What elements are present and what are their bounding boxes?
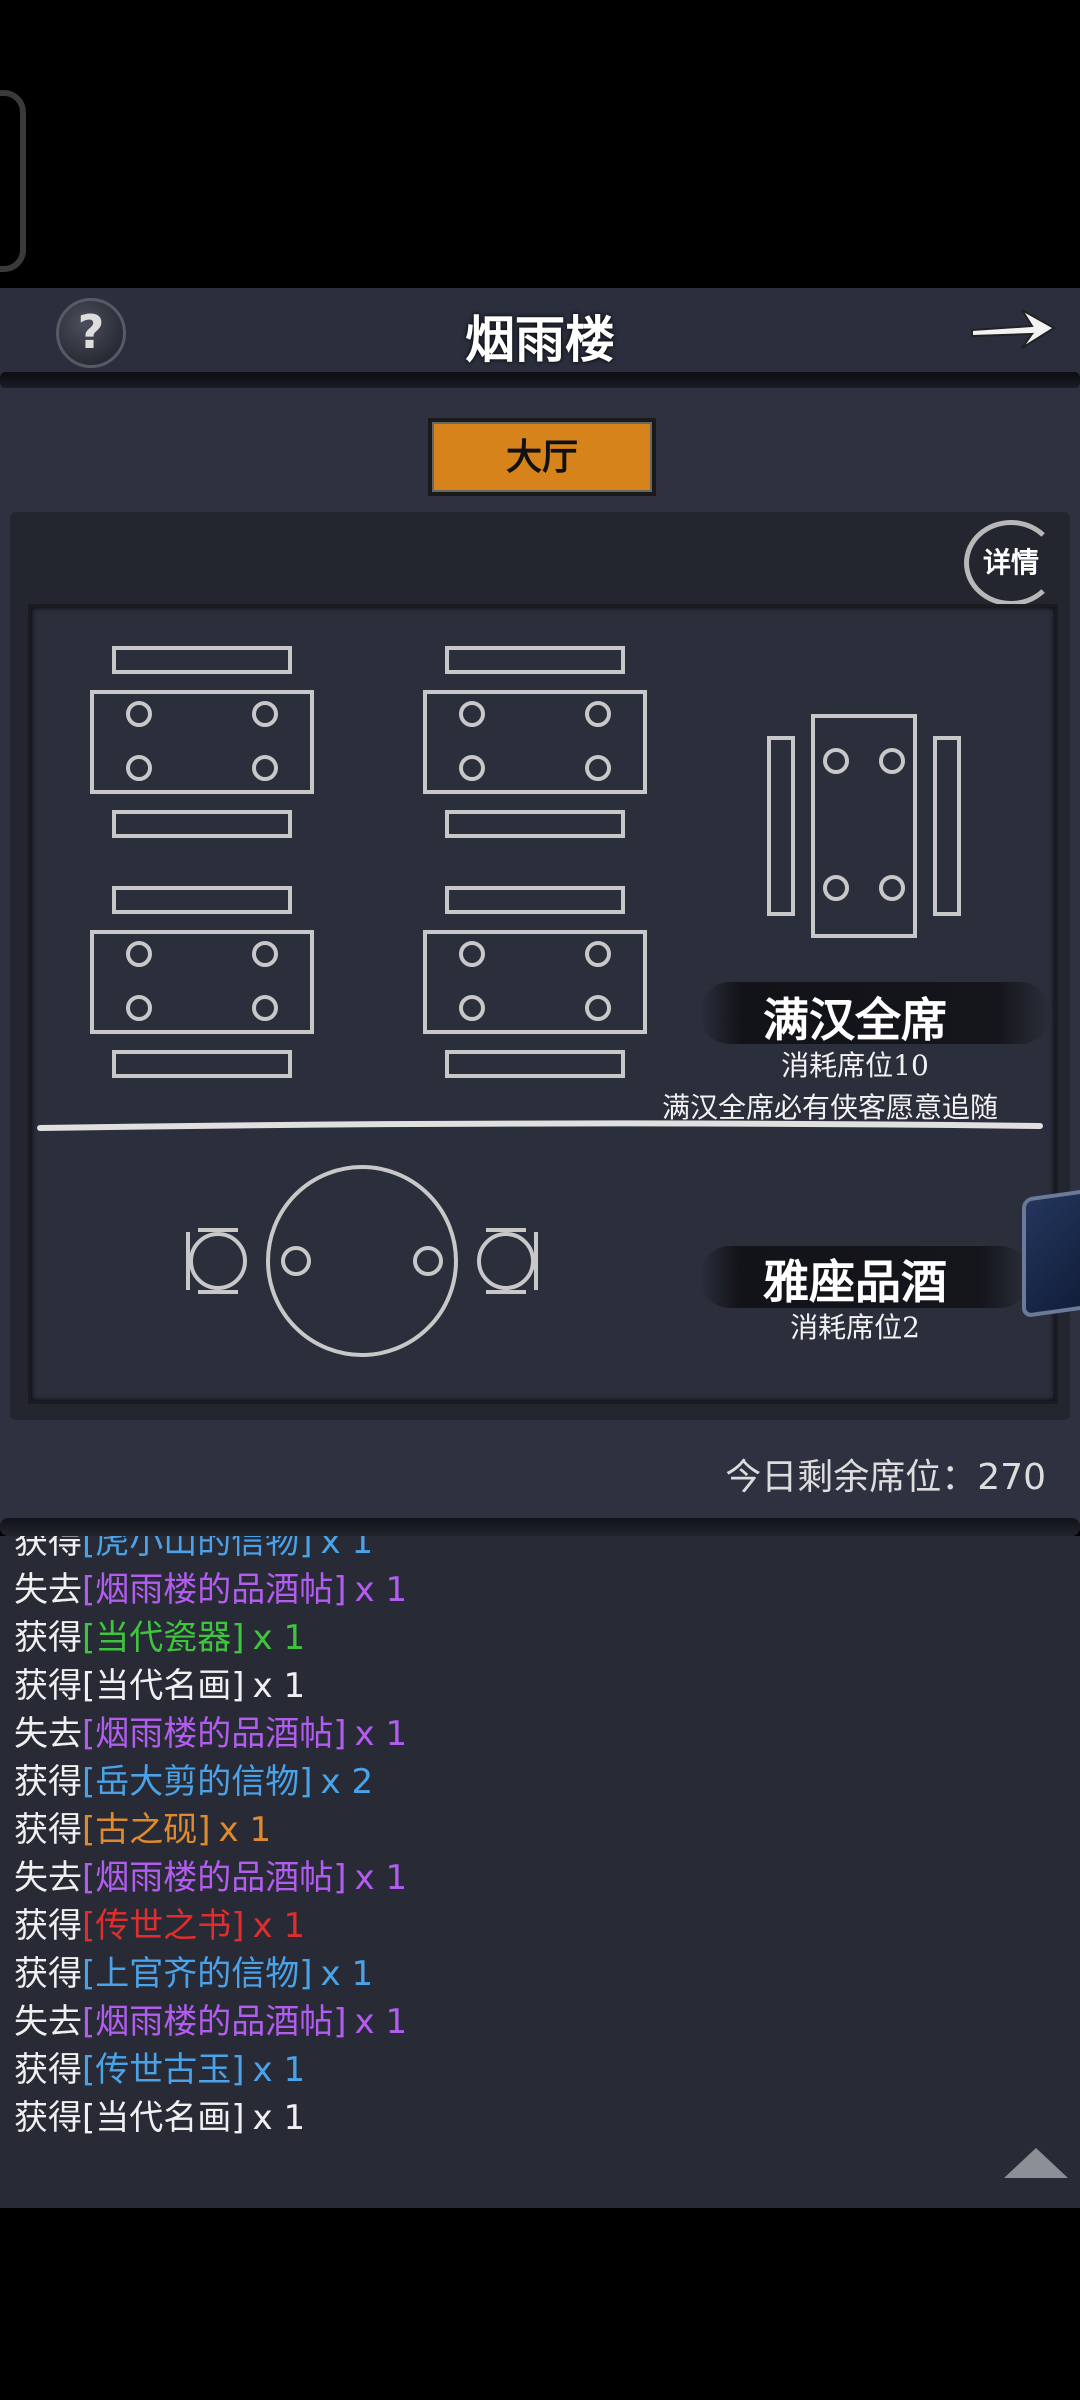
log-qty: x 1 xyxy=(252,1618,306,1658)
long-table-3[interactable] xyxy=(90,886,314,1078)
log-line: 获得[古之砚] x 1 xyxy=(14,1802,271,1851)
log-verb: 获得 xyxy=(14,1906,82,1946)
log-verb: 失去 xyxy=(14,1858,82,1898)
log-verb: 获得 xyxy=(14,1954,82,1994)
wine-seat-cost: 消耗席位2 xyxy=(790,1311,920,1344)
log-line: 获得[传世古玉] x 1 xyxy=(14,2042,305,2091)
log-item: [烟雨楼的品酒帖] xyxy=(82,1570,347,1610)
log-item: [当代名画] xyxy=(82,2098,245,2138)
log-item: [古之砚] xyxy=(82,1810,211,1850)
log-qty: x 1 xyxy=(252,2098,306,2138)
log-qty: x 1 xyxy=(354,1858,408,1898)
log-item: [传世之书] xyxy=(82,1906,245,1946)
log-qty: x 1 xyxy=(218,1810,272,1850)
banquet-full-desc: 满汉全席必有侠客愿意追随 xyxy=(661,1091,998,1124)
log-divider xyxy=(0,1518,1080,1536)
log-verb: 获得 xyxy=(14,1618,82,1658)
log-qty: x 1 xyxy=(252,1666,306,1706)
log-line: 失去[烟雨楼的品酒帖] x 1 xyxy=(14,1994,407,2043)
log-line: 获得[传世之书] x 1 xyxy=(14,1898,305,1947)
log-verb: 获得 xyxy=(14,2050,82,2090)
log-qty: x 1 xyxy=(252,2050,306,2090)
log-qty: x 1 xyxy=(354,2002,408,2042)
long-table-4[interactable] xyxy=(423,886,647,1078)
log-qty: x 1 xyxy=(320,1954,374,1994)
log-line: 获得[岳大剪的信物] x 2 xyxy=(14,1754,373,1803)
log-line: 获得[当代名画] x 1 xyxy=(14,2090,305,2139)
reward-log[interactable]: 获得[虎小山的信物] x 1 失去[烟雨楼的品酒帖] x 1 获得[当代瓷器] x 1 获得… xyxy=(0,1536,1080,2208)
log-qty: x 1 xyxy=(354,1714,408,1754)
scroll-up-icon[interactable] xyxy=(1004,2148,1068,2178)
remaining-seats: 今日剩余席位：270 xyxy=(725,1457,1046,1498)
log-item: [烟雨楼的品酒帖] xyxy=(82,1714,347,1754)
banquet-full-title[interactable]: 满汉全席 xyxy=(700,984,1010,1050)
log-line: 失去[烟雨楼的品酒帖] x 1 xyxy=(14,1706,407,1755)
log-line: 失去[烟雨楼的品酒帖] x 1 xyxy=(14,1562,407,1611)
log-verb: 获得 xyxy=(14,1810,82,1850)
log-verb: 获得 xyxy=(14,1762,82,1802)
log-line: 获得[当代瓷器] x 1 xyxy=(14,1610,305,1659)
log-item: [上官齐的信物] xyxy=(82,1954,313,1994)
log-verb: 失去 xyxy=(14,2002,82,2042)
log-item: [当代名画] xyxy=(82,1666,245,1706)
log-item: [烟雨楼的品酒帖] xyxy=(82,2002,347,2042)
log-item: [虎小山的信物] xyxy=(82,1536,313,1562)
vertical-table[interactable] xyxy=(767,714,961,938)
log-verb: 获得 xyxy=(14,1666,82,1706)
book-icon[interactable] xyxy=(1022,1185,1080,1319)
floor-plan-drawing xyxy=(37,646,1043,1357)
log-qty: x 1 xyxy=(252,1906,306,1946)
log-line: 获得[当代名画] x 1 xyxy=(14,1658,305,1707)
log-line: 获得[虎小山的信物] x 1 xyxy=(14,1536,373,1563)
log-line: 失去[烟雨楼的品酒帖] x 1 xyxy=(14,1850,407,1899)
banquet-full-cost: 消耗席位10 xyxy=(781,1049,929,1082)
log-item: [当代瓷器] xyxy=(82,1618,245,1658)
round-table[interactable] xyxy=(186,1165,538,1357)
log-qty: x 1 xyxy=(320,1536,374,1562)
log-item: [烟雨楼的品酒帖] xyxy=(82,1858,347,1898)
log-qty: x 1 xyxy=(354,1570,408,1610)
log-verb: 失去 xyxy=(14,1570,82,1610)
log-item: [岳大剪的信物] xyxy=(82,1762,313,1802)
wine-seat-title[interactable]: 雅座品酒 xyxy=(700,1246,1010,1312)
log-verb: 失去 xyxy=(14,1714,82,1754)
log-verb: 获得 xyxy=(14,2098,82,2138)
log-item: [传世古玉] xyxy=(82,2050,245,2090)
log-line: 获得[上官齐的信物] x 1 xyxy=(14,1946,373,1995)
long-table-2[interactable] xyxy=(423,646,647,838)
log-qty: x 2 xyxy=(320,1762,374,1802)
long-table-1[interactable] xyxy=(90,646,314,838)
nav-bar-area xyxy=(0,2208,1080,2400)
log-verb: 获得 xyxy=(14,1536,82,1562)
